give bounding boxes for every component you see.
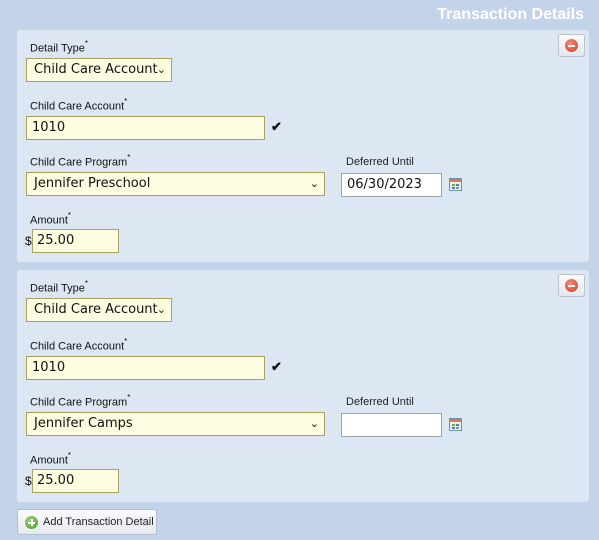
detail-type-select[interactable]: Child Care Account ⌄ [26,298,172,322]
detail-type-select[interactable]: Child Care Account ⌄ [26,58,172,82]
child-care-account-input[interactable]: 1010 [26,356,265,380]
checkmark-icon: ✔ [271,119,282,134]
plus-circle-icon [25,516,38,529]
amount-label: Amount* [30,211,72,227]
child-care-program-label: Child Care Program* [30,153,131,169]
add-transaction-detail-label: Add Transaction Detail [43,516,154,528]
transaction-detail-block: Detail Type* Child Care Account ⌄ Child C… [17,270,589,502]
calendar-icon[interactable] [449,178,462,191]
amount-input[interactable]: 25.00 [32,469,119,493]
amount-input[interactable]: 25.00 [32,229,119,253]
child-care-account-label: Child Care Account* [30,337,128,353]
deferred-until-input[interactable]: 06/30/2023 [341,173,442,197]
child-care-program-select[interactable]: Jennifer Preschool ⌄ [26,172,325,196]
chevron-down-icon: ⌄ [309,177,319,190]
checkmark-icon: ✔ [271,359,282,374]
detail-type-label: Detail Type* [30,39,88,55]
add-transaction-detail-button[interactable]: Add Transaction Detail [17,509,157,535]
remove-detail-button[interactable] [558,34,585,57]
panel-title: Transaction Details [437,6,584,23]
chevron-down-icon: ⌄ [156,303,166,316]
child-care-account-label: Child Care Account* [30,97,128,113]
minus-circle-icon [565,39,578,52]
chevron-down-icon: ⌄ [309,417,319,430]
deferred-until-label: Deferred Until [346,156,414,168]
currency-symbol: $ [25,234,32,248]
minus-circle-icon [565,279,578,292]
calendar-icon[interactable] [449,418,462,431]
deferred-until-input[interactable] [341,413,442,437]
child-care-account-input[interactable]: 1010 [26,116,265,140]
transaction-detail-block: Detail Type* Child Care Account ⌄ Child C… [17,30,589,262]
child-care-program-select[interactable]: Jennifer Camps ⌄ [26,412,325,436]
remove-detail-button[interactable] [558,274,585,297]
deferred-until-label: Deferred Until [346,396,414,408]
child-care-program-label: Child Care Program* [30,393,131,409]
amount-label: Amount* [30,451,72,467]
chevron-down-icon: ⌄ [156,63,166,76]
currency-symbol: $ [25,474,32,488]
detail-type-label: Detail Type* [30,279,88,295]
